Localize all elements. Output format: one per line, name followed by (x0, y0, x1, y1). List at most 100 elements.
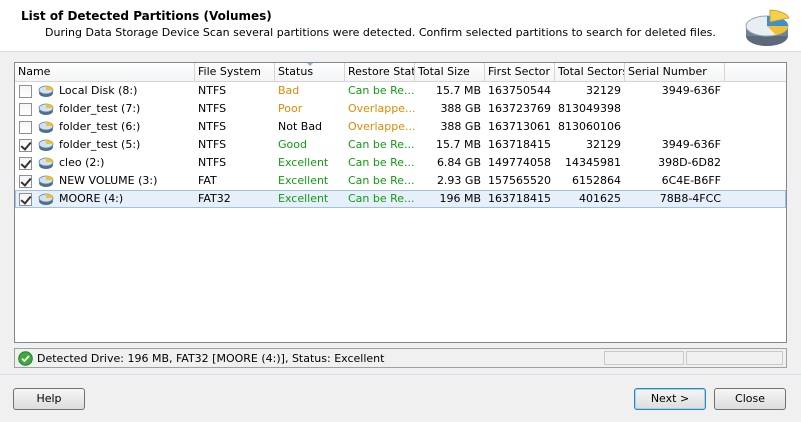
column-header-first-sector[interactable]: First Sector (485, 63, 555, 82)
cell-serial-number: 3949-636F (661, 138, 721, 151)
table-row[interactable]: folder_test (7:) NTFS Poor Overlappe... 388 … (15, 100, 786, 118)
cell-total-sectors: 813060106 (558, 120, 621, 133)
cell-first-sector: 149774058 (488, 156, 551, 169)
row-checkbox[interactable] (19, 156, 32, 170)
cell-serial-number: 3949-636F (661, 84, 721, 97)
cell-status: Poor (278, 102, 303, 115)
table-row[interactable]: folder_test (6:) NTFS Not Bad Overlappe... 3… (15, 118, 786, 136)
sort-arrow-icon (306, 63, 314, 66)
column-header-total-sectors[interactable]: Total Sectors (555, 63, 625, 82)
status-segment-3 (686, 351, 783, 365)
row-checkbox[interactable] (19, 138, 32, 152)
partition-name: folder_test (6:) (59, 120, 141, 133)
cell-file-system: NTFS (198, 84, 227, 97)
cell-first-sector: 163750544 (488, 84, 551, 97)
cell-total-size: 15.7 MB (435, 138, 481, 151)
status-text: Detected Drive: 196 MB, FAT32 [MOORE (4:… (37, 351, 385, 365)
cell-serial-number: 6C4E-B6FF (661, 174, 721, 187)
row-checkbox[interactable] (19, 174, 32, 188)
cell-restore-status: Can be Re... (348, 156, 415, 169)
cell-restore-status: Overlappe... (348, 102, 415, 115)
table-row[interactable]: folder_test (5:) NTFS Good Can be Re... 15.7… (15, 136, 786, 154)
hard-disk-icon (38, 173, 54, 189)
cell-total-sectors: 813049398 (558, 102, 621, 115)
cell-file-system: NTFS (198, 120, 227, 133)
hard-disk-icon (38, 137, 54, 153)
cell-total-size: 15.7 MB (435, 84, 481, 97)
table-row[interactable]: NEW VOLUME (3:) FAT Excellent Can be Re... 2… (15, 172, 786, 190)
cell-total-size: 2.93 GB (436, 174, 481, 187)
partition-rows: Local Disk (8:) NTFS Bad Can be Re... 15.7 M… (15, 82, 786, 208)
row-checkbox[interactable] (19, 84, 32, 98)
cell-status: Bad (278, 84, 300, 97)
cell-restore-status: Overlappe... (348, 120, 415, 133)
next-button[interactable]: Next > (634, 388, 706, 410)
cell-restore-status: Can be Re... (348, 174, 415, 187)
row-checkbox[interactable] (19, 102, 32, 116)
column-header-file-system[interactable]: File System (195, 63, 275, 82)
partition-name: NEW VOLUME (3:) (59, 174, 158, 187)
column-header-name[interactable]: Name (15, 63, 195, 82)
dialog-header: List of Detected Partitions (Volumes) Du… (0, 0, 801, 52)
partition-name: folder_test (5:) (59, 138, 141, 151)
cell-serial-number: 398D-6D82 (658, 156, 721, 169)
cell-restore-status: Can be Re... (348, 138, 415, 151)
column-header-serial-number[interactable]: Serial Number (625, 63, 725, 82)
cell-total-size: 196 MB (439, 192, 481, 205)
cell-restore-status: Can be Re... (348, 192, 415, 205)
hard-disk-icon (38, 101, 54, 117)
column-header-status-label: Status (278, 65, 314, 78)
hard-disk-icon (38, 191, 54, 207)
cell-name: NEW VOLUME (3:) (15, 172, 195, 190)
header-title: List of Detected Partitions (Volumes) (21, 9, 272, 23)
cell-first-sector: 157565520 (488, 174, 551, 187)
header-subtitle: During Data Storage Device Scan several … (45, 26, 716, 39)
cell-status: Excellent (278, 192, 329, 205)
row-checkbox[interactable] (19, 120, 32, 134)
table-row[interactable]: MOORE (4:) FAT32 Excellent Can be Re... 196 … (15, 190, 786, 208)
cell-name: cleo (2:) (15, 154, 195, 172)
cell-first-sector: 163718415 (488, 138, 551, 151)
cell-first-sector: 163713061 (488, 120, 551, 133)
cell-first-sector: 163723769 (488, 102, 551, 115)
row-checkbox[interactable] (19, 192, 32, 206)
column-headers: Name File System Status Restore Statu To… (15, 63, 786, 82)
hard-disk-icon (38, 83, 54, 99)
cell-total-sectors: 32129 (586, 138, 621, 151)
column-header-filler (725, 63, 786, 82)
cell-name: Local Disk (8:) (15, 82, 195, 100)
partition-name: cleo (2:) (59, 156, 105, 169)
table-row[interactable]: cleo (2:) NTFS Excellent Can be Re... 6.84 G… (15, 154, 786, 172)
cell-status: Excellent (278, 174, 329, 187)
help-button-label: Help (36, 392, 62, 405)
cell-total-sectors: 6152864 (572, 174, 621, 187)
close-button[interactable]: Close (714, 388, 786, 410)
cell-file-system: NTFS (198, 102, 227, 115)
table-row[interactable]: Local Disk (8:) NTFS Bad Can be Re... 15.7 M… (15, 82, 786, 100)
cell-file-system: FAT32 (198, 192, 231, 205)
column-header-status[interactable]: Status (275, 63, 345, 82)
column-header-restore-status[interactable]: Restore Statu (345, 63, 415, 82)
help-button[interactable]: Help (13, 388, 85, 410)
cell-status: Excellent (278, 156, 329, 169)
cell-file-system: FAT (198, 174, 217, 187)
cell-name: folder_test (5:) (15, 136, 195, 154)
cell-name: folder_test (6:) (15, 118, 195, 136)
partition-name: folder_test (7:) (59, 102, 141, 115)
column-header-total-size[interactable]: Total Size (415, 63, 485, 82)
status-segment-2 (604, 351, 684, 365)
cell-serial-number (625, 100, 725, 118)
footer-divider (0, 374, 801, 375)
next-button-label: Next > (650, 392, 690, 405)
cell-total-sectors: 32129 (586, 84, 621, 97)
partition-name: Local Disk (8:) (59, 84, 138, 97)
cell-first-sector: 163718415 (488, 192, 551, 205)
hard-disk-icon (38, 155, 54, 171)
cell-status: Good (278, 138, 307, 151)
cell-name: folder_test (7:) (15, 100, 195, 118)
partitions-list[interactable]: Name File System Status Restore Statu To… (14, 62, 787, 343)
cell-status: Not Bad (278, 120, 323, 133)
status-bar: Detected Drive: 196 MB, FAT32 [MOORE (4:… (14, 348, 787, 368)
pie-chart-disk-icon (745, 9, 790, 46)
cell-total-size: 388 GB (440, 120, 481, 133)
